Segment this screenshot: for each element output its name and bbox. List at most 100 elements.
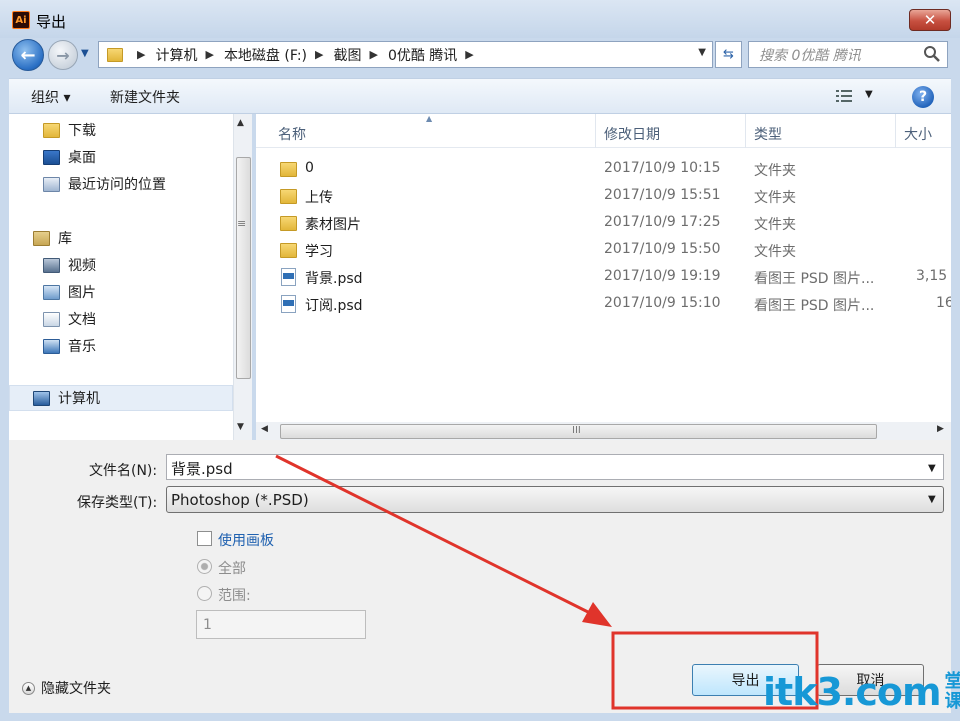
- breadcrumb-drive-f[interactable]: 本地磁盘 (F:): [224, 45, 307, 65]
- search-placeholder: 搜索 0优酷 腾讯: [759, 47, 861, 64]
- file-name: 素材图片: [305, 217, 361, 233]
- refresh-button[interactable]: ⇆: [715, 41, 742, 68]
- column-header-name[interactable]: 名称: [278, 124, 306, 144]
- column-divider[interactable]: [595, 114, 596, 148]
- horizontal-scrollbar[interactable]: ◀ III ▶: [256, 422, 951, 440]
- scroll-left-icon[interactable]: ◀: [261, 424, 268, 434]
- sidebar-item-documents[interactable]: 文档: [43, 309, 96, 329]
- radio-range[interactable]: [197, 586, 212, 601]
- file-date: 2017/10/9 10:15: [604, 160, 721, 176]
- chevron-right-icon[interactable]: ▶: [465, 48, 473, 61]
- sidebar-item-downloads[interactable]: 下载: [43, 120, 96, 140]
- folder-icon: [280, 243, 297, 258]
- chevron-right-icon[interactable]: ▶: [137, 48, 145, 61]
- grip-icon: ≡: [237, 217, 247, 230]
- sidebar-item-label: 桌面: [68, 150, 96, 166]
- title-bar: Ai 导出 ✕: [0, 0, 960, 38]
- scroll-right-icon[interactable]: ▶: [937, 424, 944, 434]
- library-icon: [33, 230, 50, 246]
- use-artboards-checkbox[interactable]: [197, 531, 212, 546]
- folder-icon: [107, 47, 123, 62]
- sidebar-item-videos[interactable]: 视频: [43, 255, 96, 275]
- file-row[interactable]: 学习 2017/10/9 15:50 文件夹: [256, 237, 951, 264]
- sidebar-item-pictures[interactable]: 图片: [43, 282, 96, 302]
- sidebar-item-label: 音乐: [68, 339, 96, 355]
- help-icon[interactable]: ?: [912, 86, 934, 108]
- new-folder-button[interactable]: 新建文件夹: [110, 87, 180, 107]
- column-divider[interactable]: [895, 114, 896, 148]
- column-header-date[interactable]: 修改日期: [604, 124, 660, 144]
- chevron-down-icon[interactable]: ▼: [928, 494, 936, 505]
- address-bar[interactable]: ▶ 计算机 ▶ 本地磁盘 (F:) ▶ 截图 ▶ 0优酷 腾讯 ▶ ▼: [98, 41, 713, 68]
- file-row[interactable]: 订阅.psd 2017/10/9 15:10 看图王 PSD 图片... 16: [256, 291, 951, 318]
- back-button[interactable]: ←: [12, 39, 44, 71]
- chevron-right-icon[interactable]: ▶: [205, 48, 213, 61]
- nav-scrollbar[interactable]: ▲ ≡ ▼: [233, 114, 252, 440]
- breadcrumb-current-folder[interactable]: 0优酷 腾讯: [388, 45, 457, 65]
- chevron-right-icon[interactable]: ▶: [315, 48, 323, 61]
- chevron-right-icon[interactable]: ▶: [369, 48, 377, 61]
- navigation-pane: 下载 桌面 最近访问的位置 库 视频 图片 文档 音乐 计算机: [9, 114, 233, 440]
- filename-label: 文件名(N):: [89, 463, 158, 479]
- file-row[interactable]: 上传 2017/10/9 15:51 文件夹: [256, 183, 951, 210]
- pictures-icon: [43, 284, 60, 300]
- file-name: 背景.psd: [305, 271, 363, 287]
- column-divider[interactable]: [745, 114, 746, 148]
- filename-field[interactable]: 背景.psd: [166, 454, 944, 480]
- sidebar-item-label: 库: [58, 231, 72, 247]
- sort-ascending-icon: ▲: [426, 114, 433, 123]
- view-options-icon[interactable]: [835, 88, 853, 104]
- file-date: 2017/10/9 17:25: [604, 214, 721, 230]
- search-icon[interactable]: [923, 45, 941, 63]
- sidebar-item-libraries[interactable]: 库: [33, 228, 72, 248]
- file-type: 文件夹: [754, 163, 796, 179]
- sidebar-item-computer[interactable]: 计算机: [9, 385, 233, 411]
- organize-menu[interactable]: 组织 ▾: [31, 87, 70, 107]
- command-toolbar: 组织 ▾ 新建文件夹 ▼ ?: [9, 78, 951, 114]
- psd-file-icon: [281, 295, 296, 313]
- sidebar-item-recent-places[interactable]: 最近访问的位置: [43, 174, 166, 194]
- file-row[interactable]: 背景.psd 2017/10/9 19:19 看图王 PSD 图片... 3,1…: [256, 264, 951, 291]
- history-dropdown-icon[interactable]: ▼: [81, 48, 89, 59]
- cancel-button[interactable]: 取消: [817, 664, 924, 696]
- downloads-icon: [43, 122, 60, 138]
- column-header-size[interactable]: 大小: [904, 124, 932, 144]
- search-input[interactable]: 搜索 0优酷 腾讯: [748, 41, 948, 68]
- file-row[interactable]: 素材图片 2017/10/9 17:25 文件夹: [256, 210, 951, 237]
- documents-icon: [43, 311, 60, 327]
- hide-folders-toggle[interactable]: ▲ 隐藏文件夹: [22, 678, 111, 698]
- desktop-icon: [43, 149, 60, 165]
- arrow-left-icon: ←: [20, 44, 36, 66]
- forward-button[interactable]: →: [48, 40, 78, 70]
- use-artboards-label[interactable]: 使用画板: [218, 530, 274, 550]
- radio-all[interactable]: [197, 559, 212, 574]
- file-row[interactable]: 0 2017/10/9 10:15 文件夹: [256, 156, 951, 183]
- scroll-up-icon[interactable]: ▲: [237, 118, 244, 128]
- file-name: 0: [305, 160, 314, 176]
- export-button[interactable]: 导出: [692, 664, 799, 696]
- close-button[interactable]: ✕: [909, 9, 951, 31]
- file-size: 16: [936, 295, 951, 311]
- refresh-icon: ⇆: [723, 47, 734, 62]
- range-field[interactable]: 1: [196, 610, 366, 639]
- scroll-down-icon[interactable]: ▼: [237, 422, 244, 432]
- save-type-select[interactable]: Photoshop (*.PSD): [166, 486, 944, 513]
- file-type: 文件夹: [754, 244, 796, 260]
- file-name: 订阅.psd: [305, 298, 363, 314]
- file-date: 2017/10/9 15:50: [604, 241, 721, 257]
- window-title: 导出: [36, 13, 67, 31]
- breadcrumb-screenshots[interactable]: 截图: [333, 45, 361, 65]
- address-dropdown-icon[interactable]: ▼: [698, 47, 706, 58]
- sidebar-item-music[interactable]: 音乐: [43, 336, 96, 356]
- sidebar-item-label: 计算机: [58, 391, 100, 407]
- close-icon: ✕: [923, 11, 937, 29]
- chevron-down-icon[interactable]: ▼: [928, 463, 936, 474]
- scrollbar-thumb[interactable]: [236, 157, 251, 379]
- psd-file-icon: [281, 268, 296, 286]
- file-size: 3,15: [916, 268, 948, 284]
- column-header-type[interactable]: 类型: [754, 124, 782, 144]
- file-list: ▲ 名称 修改日期 类型 大小 0 2017/10/9 10:15 文件夹 上传…: [256, 114, 951, 422]
- breadcrumb-computer[interactable]: 计算机: [155, 45, 197, 65]
- view-dropdown-icon[interactable]: ▼: [865, 89, 873, 100]
- sidebar-item-desktop[interactable]: 桌面: [43, 147, 96, 167]
